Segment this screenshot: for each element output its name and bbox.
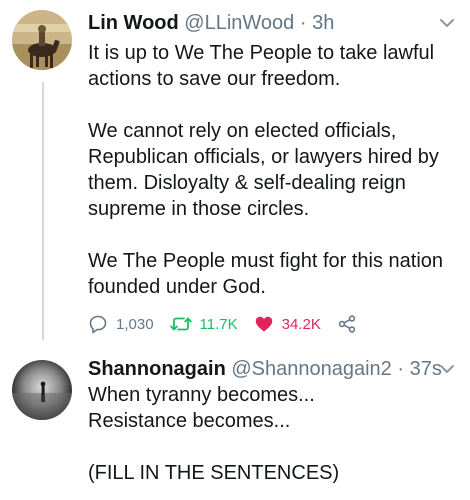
reply-count: 1,030 [116, 315, 154, 333]
tweet-line: supreme in those circles. [88, 198, 310, 220]
timestamp[interactable]: 3h [312, 12, 334, 34]
tweet-line: Resistance becomes... [88, 410, 291, 432]
share-button[interactable] [337, 314, 365, 334]
tweet-line: Republican officials, or lawyers hired b… [88, 146, 439, 168]
retweet-count: 11.7K [199, 315, 238, 333]
tweet-line: It is up to We The People to take lawful [88, 42, 435, 64]
reply-button[interactable]: 1,030 [88, 314, 154, 334]
avatar[interactable] [12, 10, 72, 70]
tweet-actions: 1,030 11.7K 34.2K [88, 312, 381, 336]
like-button[interactable]: 34.2K [254, 314, 321, 334]
horse-rider-avatar-icon [12, 10, 72, 70]
tweet-line: When tyranny becomes... [88, 384, 315, 406]
tweet-header: Lin Wood @LLinWood · 3h [88, 10, 334, 36]
avatar[interactable] [12, 360, 72, 420]
tweet-line: actions to save our freedom. [88, 68, 341, 90]
chevron-down-icon[interactable] [436, 358, 458, 380]
display-name[interactable]: Shannonagain [88, 358, 226, 380]
display-name[interactable]: Lin Wood [88, 12, 179, 34]
line-break [88, 434, 458, 460]
handle[interactable]: @LLinWood [184, 12, 294, 34]
separator: · [299, 12, 307, 34]
tweet-line: (FILL IN THE SENTENCES) [88, 462, 340, 484]
share-icon [338, 315, 356, 333]
separator: · [397, 358, 405, 380]
tweet-line: them. Disloyalty & self-dealing reign [88, 172, 406, 194]
tweet-lin-wood[interactable]: Lin Wood @LLinWood · 3h It is up to We T… [0, 10, 470, 350]
like-count: 34.2K [281, 315, 321, 333]
tweet-header: Shannonagain @Shannonagain2 · 37s [88, 356, 442, 382]
retweet-icon [169, 317, 192, 331]
tweet-line: founded under God. [88, 276, 266, 298]
tweet-shannonagain[interactable]: Shannonagain @Shannonagain2 · 37s When t… [0, 356, 470, 500]
handle[interactable]: @Shannonagain2 [231, 358, 391, 380]
retweet-button[interactable]: 11.7K [169, 314, 238, 334]
line-break [88, 92, 458, 118]
line-break [88, 222, 458, 248]
chevron-down-icon[interactable] [436, 12, 458, 34]
tweet-text: When tyranny becomes... Resistance becom… [88, 382, 458, 486]
tweet-line: We cannot rely on elected officials, [88, 120, 397, 142]
tweet-text: It is up to We The People to take lawful… [88, 40, 458, 300]
heart-icon [255, 316, 272, 332]
reply-icon [89, 315, 107, 334]
tweet-line: We The People must fight for this nation [88, 250, 444, 272]
silhouette-avatar-icon [12, 360, 72, 420]
